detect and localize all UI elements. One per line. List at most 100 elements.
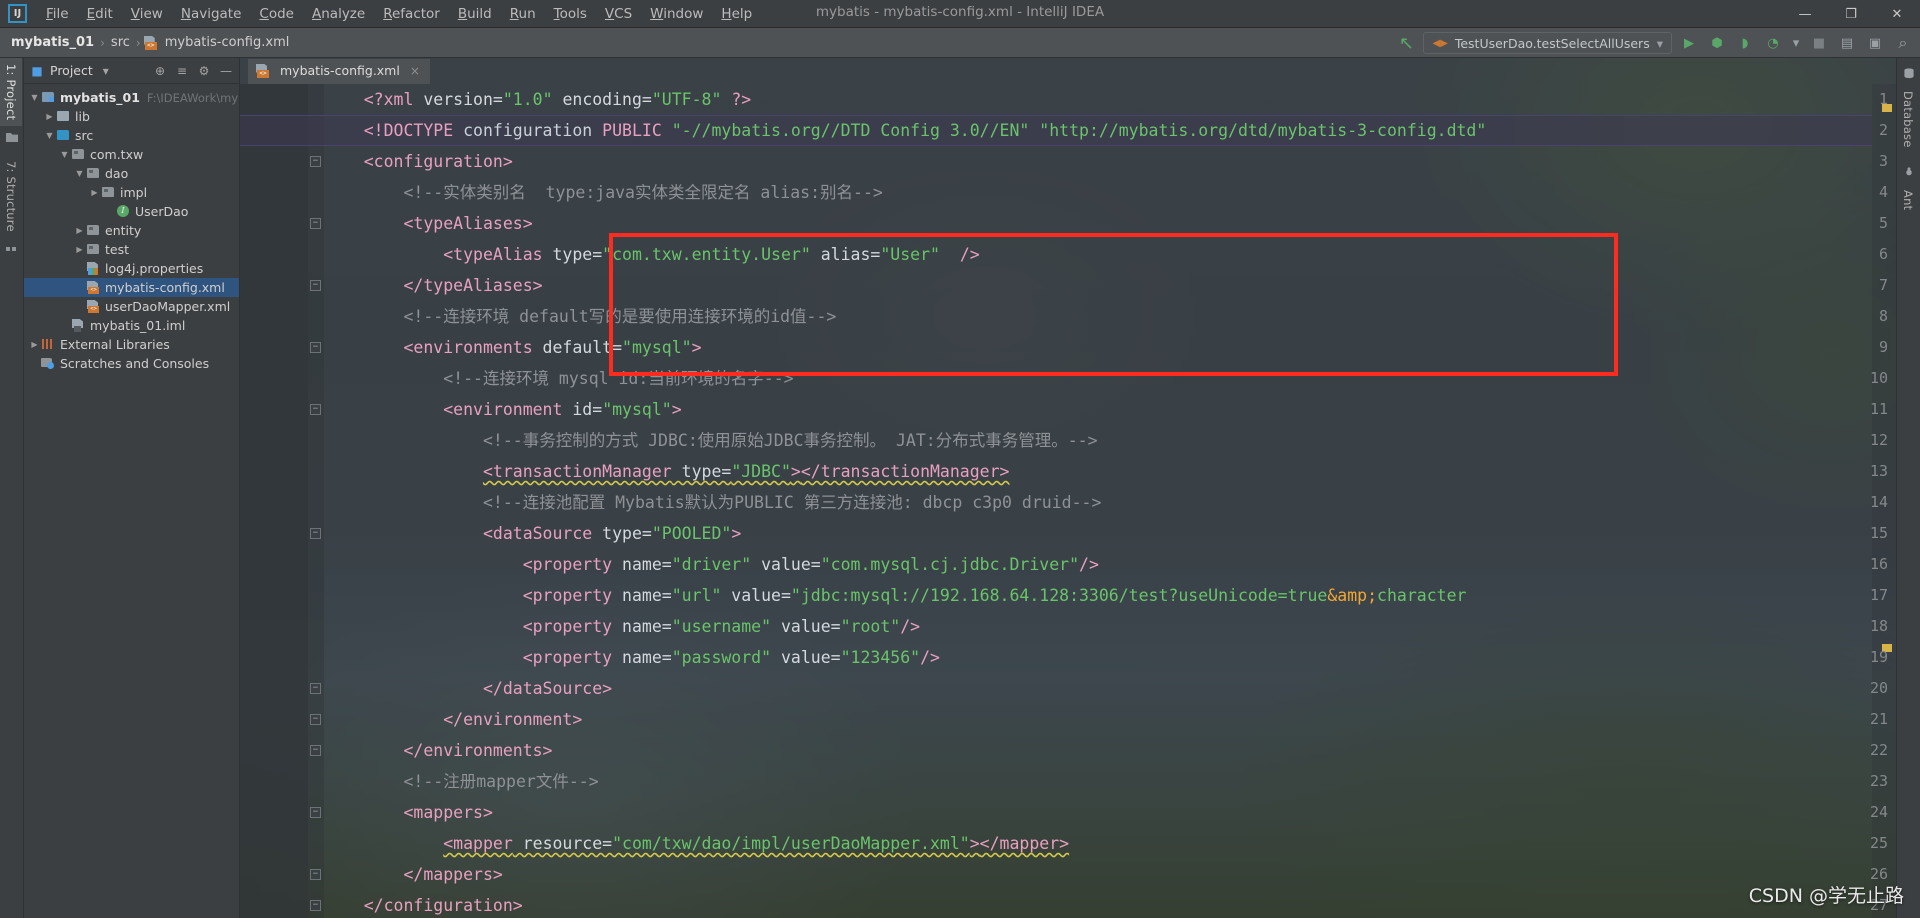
debug-button[interactable]: ⬢ [1706,32,1728,54]
expand-arrow-icon[interactable]: ▼ [28,93,41,102]
code-line-18[interactable]: <property name="username" value="root"/> [324,611,1896,642]
gear-icon[interactable]: ⚙ [195,62,213,80]
tree-item-external-libraries[interactable]: ▶ External Libraries [24,335,239,354]
menu-item-build[interactable]: Build [449,3,501,25]
menu-item-tools[interactable]: Tools [545,3,596,25]
code-line-1[interactable]: <?xml version="1.0" encoding="UTF-8" ?> [324,84,1896,115]
code-line-10[interactable]: <!--连接环境 mysql id:当前环境的名字--> [324,363,1896,394]
code-line-16[interactable]: <property name="driver" value="com.mysql… [324,549,1896,580]
code-line-3[interactable]: <configuration> [324,146,1896,177]
code-line-5[interactable]: <typeAliases> [324,208,1896,239]
expand-arrow-icon[interactable]: ▶ [88,188,101,197]
code-line-17[interactable]: <property name="url" value="jdbc:mysql:/… [324,580,1896,611]
sidebar-tab-database[interactable]: Database [1897,85,1919,153]
menu-item-edit[interactable]: Edit [78,3,122,25]
code-line-20[interactable]: </dataSource> [324,673,1896,704]
menu-item-analyze[interactable]: Analyze [303,3,374,25]
back-arrow-icon[interactable]: ↖ [1395,32,1417,54]
tree-item-mybatis-01-iml[interactable]: mybatis_01.iml [24,316,239,335]
tree-item-mybatis-config-xml[interactable]: mybatis-config.xml [24,278,239,297]
tree-item-test[interactable]: ▶ test [24,240,239,259]
hide-panel-icon[interactable]: — [217,62,235,80]
fold-toggle-line-9[interactable]: − [310,342,321,353]
tree-item-userdaomapper-xml[interactable]: userDaoMapper.xml [24,297,239,316]
collapse-all-icon[interactable]: ≡ [173,62,191,80]
breadcrumb-src[interactable]: src [108,35,133,50]
menu-item-vcs[interactable]: VCS [596,3,641,25]
menu-item-refactor[interactable]: Refactor [374,3,449,25]
expand-arrow-icon[interactable]: ▼ [58,150,71,159]
menu-item-view[interactable]: View [122,3,172,25]
fold-toggle-line-11[interactable]: − [310,404,321,415]
stop-button[interactable]: ■ [1808,32,1830,54]
sidebar-tab-structure[interactable]: 7: Structure [0,155,22,238]
editor-gutter[interactable] [240,84,308,918]
tree-item-com-txw[interactable]: ▼ com.txw [24,145,239,164]
code-line-15[interactable]: <dataSource type="POOLED"> [324,518,1896,549]
tree-item-dao[interactable]: ▼ dao [24,164,239,183]
code-content[interactable]: <?xml version="1.0" encoding="UTF-8" ?> … [324,84,1896,918]
tree-item-lib[interactable]: ▶ lib [24,107,239,126]
tree-item-entity[interactable]: ▶ entity [24,221,239,240]
sidebar-tab-ant[interactable]: Ant [1897,184,1919,216]
fold-toggle-line-7[interactable]: − [310,280,321,291]
fold-toggle-line-21[interactable]: − [310,714,321,725]
code-line-22[interactable]: </environments> [324,735,1896,766]
project-structure-button[interactable]: ▤ [1836,32,1858,54]
breadcrumb-project[interactable]: mybatis_01 [8,35,97,50]
code-line-8[interactable]: <!--连接环境 default写的是要使用连接环境的id值--> [324,301,1896,332]
close-button[interactable]: ✕ [1874,0,1920,28]
code-line-14[interactable]: <!--连接池配置 Mybatis默认为PUBLIC 第三方连接池: dbcp … [324,487,1896,518]
fold-toggle-line-5[interactable]: − [310,218,321,229]
profile-button[interactable]: ◔ [1762,32,1784,54]
run-button[interactable]: ▶ [1678,32,1700,54]
fold-toggle-line-22[interactable]: − [310,745,321,756]
expand-arrow-icon[interactable]: ▼ [73,169,86,178]
search-icon[interactable]: ⌕ [1892,32,1914,54]
tree-item-scratches-and-consoles[interactable]: Scratches and Consoles [24,354,239,373]
locate-file-icon[interactable]: ⊕ [151,62,169,80]
tree-item-mybatis-01[interactable]: ▼ mybatis_01 F:\IDEAWork\myba [24,88,239,107]
code-line-27[interactable]: </configuration> [324,890,1896,918]
run-with-coverage-button[interactable]: ◗ [1734,32,1756,54]
menu-item-code[interactable]: Code [250,3,303,25]
code-line-19[interactable]: <property name="password" value="123456"… [324,642,1896,673]
maximize-button[interactable]: ❐ [1828,0,1874,28]
code-line-4[interactable]: <!--实体类别名 type:java实体类全限定名 alias:别名--> [324,177,1896,208]
code-line-9[interactable]: <environments default="mysql"> [324,332,1896,363]
run-configuration-selector[interactable]: ◀▶ TestUserDao.testSelectAllUsers ▾ [1423,32,1672,54]
tree-item-userdao[interactable]: UserDao [24,202,239,221]
expand-arrow-icon[interactable]: ▼ [43,131,56,140]
editor-tab-mybatis-config[interactable]: mybatis-config.xml × [248,59,430,84]
editor-fold-strip[interactable] [308,84,324,918]
menu-item-help[interactable]: Help [712,3,761,25]
code-line-13[interactable]: <transactionManager type="JDBC"></transa… [324,456,1896,487]
code-line-24[interactable]: <mappers> [324,797,1896,828]
code-line-11[interactable]: <environment id="mysql"> [324,394,1896,425]
sidebar-tab-project[interactable]: 1: Project [0,58,22,127]
expand-arrow-icon[interactable]: ▶ [73,226,86,235]
chevron-down-icon[interactable]: ▾ [1657,36,1663,51]
code-line-21[interactable]: </environment> [324,704,1896,735]
fold-toggle-line-24[interactable]: − [310,807,321,818]
menu-item-run[interactable]: Run [501,3,545,25]
code-line-6[interactable]: <typeAlias type="com.txw.entity.User" al… [324,239,1896,270]
terminal-button[interactable]: ▣ [1864,32,1886,54]
fold-toggle-line-20[interactable]: − [310,683,321,694]
code-line-2[interactable]: <!DOCTYPE configuration PUBLIC "-//mybat… [324,115,1896,146]
fold-toggle-line-26[interactable]: − [310,869,321,880]
fold-toggle-line-27[interactable]: − [310,900,321,911]
code-line-23[interactable]: <!--注册mapper文件--> [324,766,1896,797]
expand-arrow-icon[interactable]: ▶ [28,340,41,349]
code-line-25[interactable]: <mapper resource="com/txw/dao/impl/userD… [324,828,1896,859]
tree-item-log4j-properties[interactable]: log4j.properties [24,259,239,278]
code-line-12[interactable]: <!--事务控制的方式 JDBC:使用原始JDBC事务控制。 JAT:分布式事务… [324,425,1896,456]
fold-toggle-line-3[interactable]: − [310,156,321,167]
breadcrumb-file[interactable]: mybatis-config.xml [162,35,293,50]
tree-item-src[interactable]: ▼ src [24,126,239,145]
menu-item-navigate[interactable]: Navigate [172,3,251,25]
profile-dropdown-icon[interactable]: ▾ [1790,32,1802,54]
minimize-button[interactable]: — [1782,0,1828,28]
code-line-7[interactable]: </typeAliases> [324,270,1896,301]
menu-item-window[interactable]: Window [641,3,712,25]
